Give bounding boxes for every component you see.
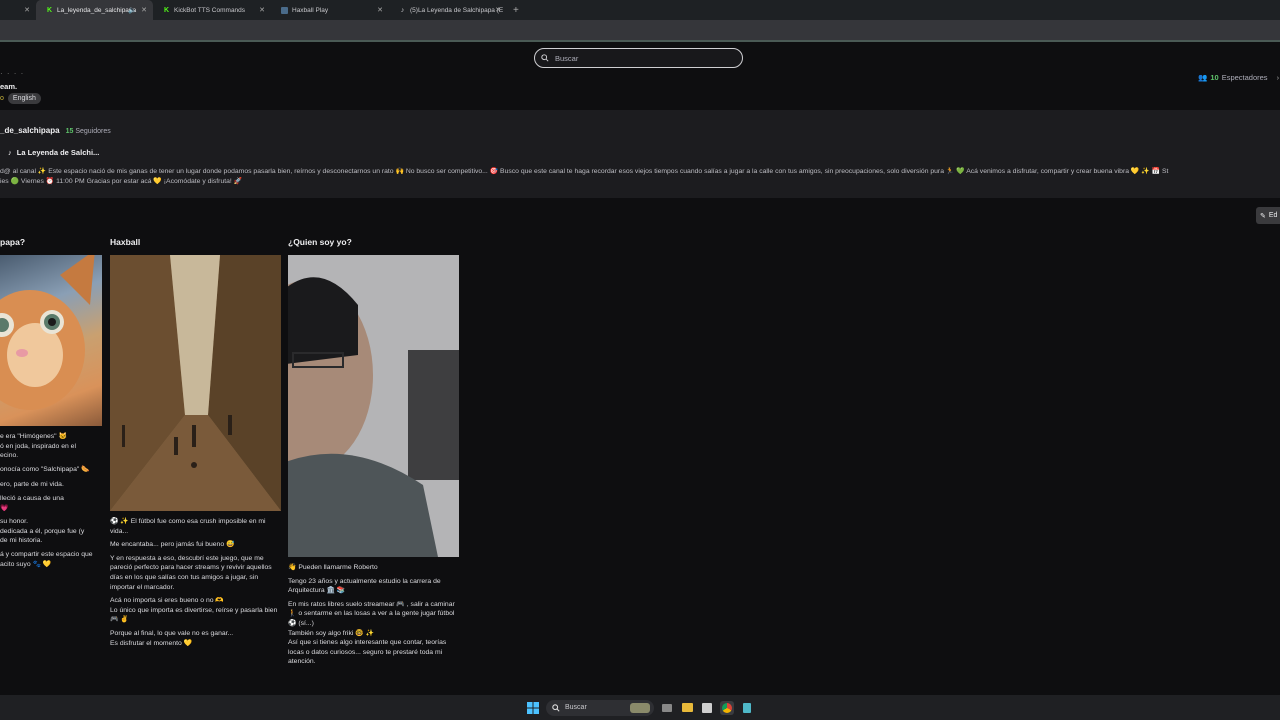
panel-line: e era "Himógenes" 🐱	[0, 433, 67, 440]
followers: 15 Seguidores	[66, 128, 111, 135]
taskbar-search-placeholder: Buscar	[565, 704, 587, 711]
browser-tab-strip: ✕ K La_leyenda_de_salchipapa 🔈 ✕ K KickB…	[0, 0, 1280, 20]
channel-header: _de_salchipapa 15 Seguidores	[0, 126, 111, 135]
panel-line: Tengo 23 años y actualmente estudio la c…	[288, 577, 441, 595]
panel-line: Porque al final, lo que vale no es ganar…	[110, 629, 234, 647]
toolbar-area	[0, 20, 1280, 42]
panel-line: ecino.	[0, 452, 19, 460]
panel-description: e era "Himógenes" 🐱 ó en joda, inspirado…	[0, 432, 102, 569]
panel-description: 👋 Pueden llamarme Roberto Tengo 23 años …	[288, 563, 459, 667]
panel-line: de mi historia.	[0, 537, 43, 545]
tab-title: La_leyenda_de_salchipapa	[57, 6, 137, 14]
followers-count: 15	[65, 128, 74, 135]
edit-panels-button[interactable]: ✎ Ed	[1256, 207, 1280, 224]
chevron-right-icon[interactable]: ›	[1277, 73, 1280, 82]
search-icon	[552, 703, 560, 712]
close-icon[interactable]: ✕	[495, 6, 501, 14]
file-explorer-icon[interactable]	[680, 701, 694, 715]
kick-icon: K	[163, 6, 170, 14]
tab-title: KickBot TTS Commands	[174, 6, 246, 14]
browser-tab-haxball[interactable]: Haxball Play ✕	[271, 0, 389, 20]
os-taskbar: Buscar	[0, 695, 1280, 720]
info-panel-salchipapa: papa? e era "Himógenes" 🐱 ó en joda, ins…	[0, 237, 102, 573]
panel-line: 👋 Pueden llamarme Roberto	[288, 564, 378, 571]
person-illustration	[288, 255, 459, 557]
haxball-icon	[281, 6, 288, 14]
close-icon[interactable]: ✕	[141, 6, 147, 14]
kick-icon: K	[46, 6, 53, 14]
chrome-icon[interactable]	[720, 700, 734, 715]
channel-name: _de_salchipapa	[0, 126, 60, 135]
tab-title: (5)La Leyenda de Salchipapa (E	[410, 6, 504, 14]
viewer-count-label: Espectadores	[1221, 73, 1268, 82]
pencil-icon: ✎	[1260, 212, 1266, 220]
description-line: ies 🟢 Viernes ⏰ 11:00 PM Gracias por est…	[0, 178, 243, 185]
close-icon[interactable]: ✕	[24, 6, 30, 14]
browser-tab-active[interactable]: K La_leyenda_de_salchipapa 🔈 ✕	[36, 0, 153, 20]
panel-line: Me encantaba... pero jamás fui bueno 😅	[110, 541, 235, 549]
viewer-count-number: 10	[1210, 73, 1219, 82]
panel-title: Haxball	[110, 237, 141, 247]
search-highlight-icon	[630, 702, 650, 713]
edit-label: Ed	[1268, 212, 1278, 219]
panel-line: acito suyo 🐾 💛	[0, 560, 52, 568]
windows-start-icon[interactable]	[526, 701, 540, 715]
panel-line: 💗	[0, 504, 9, 512]
close-icon[interactable]: ✕	[259, 6, 265, 14]
people-icon: 👥	[1198, 73, 1208, 82]
street-illustration	[110, 255, 281, 511]
speaker-icon[interactable]: 🔈	[128, 6, 137, 14]
search-input[interactable]: Buscar	[534, 48, 743, 68]
notepad-icon[interactable]	[740, 701, 754, 715]
browser-tab-kickbot[interactable]: K KickBot TTS Commands ✕	[153, 0, 271, 20]
stream-title: eam.	[0, 82, 18, 91]
viewer-count: 👥 10 Espectadores ›	[1198, 73, 1279, 82]
info-panel-haxball: Haxball ⚽ ✨ El fútbol fue como esa crush…	[110, 237, 281, 652]
channel-page: Buscar 👥 10 Espectadores › · · · · eam. …	[0, 42, 1280, 695]
cat-illustration	[0, 255, 95, 410]
profile-photo	[288, 255, 459, 557]
close-icon[interactable]: ✕	[377, 6, 383, 14]
social-link[interactable]: ♪ La Leyenda de Salchi...	[8, 148, 99, 157]
followers-label: Seguidores	[75, 128, 111, 135]
stream-tags: o English	[0, 93, 41, 104]
panel-line: onocía como "Salchipapa" 🌭	[0, 465, 90, 473]
panel-line: Acá no importa si eres bueno o no 🫶 Lo ú…	[110, 597, 278, 624]
app-icon[interactable]	[700, 701, 714, 715]
panel-line: lleció a causa de una	[0, 494, 64, 502]
about-panel: _de_salchipapa 15 Seguidores ♪ La Leyend…	[0, 110, 1280, 198]
tiktok-icon: ♪	[8, 148, 12, 157]
language-tag[interactable]: English	[7, 93, 41, 104]
search-placeholder: Buscar	[555, 53, 579, 63]
new-tab-button[interactable]: +	[513, 5, 519, 16]
tab-title: Haxball Play	[292, 6, 329, 14]
tiktok-icon: ♪	[400, 6, 405, 14]
panel-line: ⚽ ✨ El fútbol fue como esa crush imposib…	[110, 518, 266, 535]
info-panel-about-me: ¿Quien soy yo? 👋 Pueden llamarme Roberto…	[288, 237, 459, 671]
panel-line: ero, parte de mi vida.	[0, 481, 64, 489]
panel-line: En mis ratos libres suelo streamear 🎮 , …	[288, 600, 455, 666]
task-view-icon[interactable]	[660, 701, 674, 715]
cat-photo	[0, 255, 102, 426]
panel-line: á y compartir este espacio que	[0, 550, 93, 558]
panel-line: dedicada a él, porque fue (y	[0, 527, 85, 535]
panel-line: su honor.	[0, 518, 28, 526]
panel-description: ⚽ ✨ El fútbol fue como esa crush imposib…	[110, 517, 281, 648]
taskbar-search[interactable]: Buscar	[546, 699, 654, 716]
channel-description: d@ al canal ✨ Este espacio nació de mis …	[0, 167, 1280, 187]
panel-line: ó en joda, inspirado en el	[0, 442, 76, 450]
cut-off-title-fragment: · · · ·	[0, 69, 25, 78]
description-line: d@ al canal ✨ Este espacio nació de mis …	[0, 168, 1169, 175]
panel-title: papa?	[0, 237, 26, 247]
browser-tab-tiktok[interactable]: ♪ (5)La Leyenda de Salchipapa (E ✕	[389, 0, 507, 20]
panel-title: ¿Quien soy yo?	[288, 237, 352, 247]
social-link-label: La Leyenda de Salchi...	[16, 148, 100, 157]
category-link[interactable]: o	[0, 95, 4, 102]
search-icon	[541, 54, 549, 62]
browser-tab-0[interactable]: ✕	[0, 0, 36, 20]
panel-line: Y en respuesta a eso, descubrí este jueg…	[110, 554, 272, 591]
street-football-photo	[110, 255, 281, 511]
